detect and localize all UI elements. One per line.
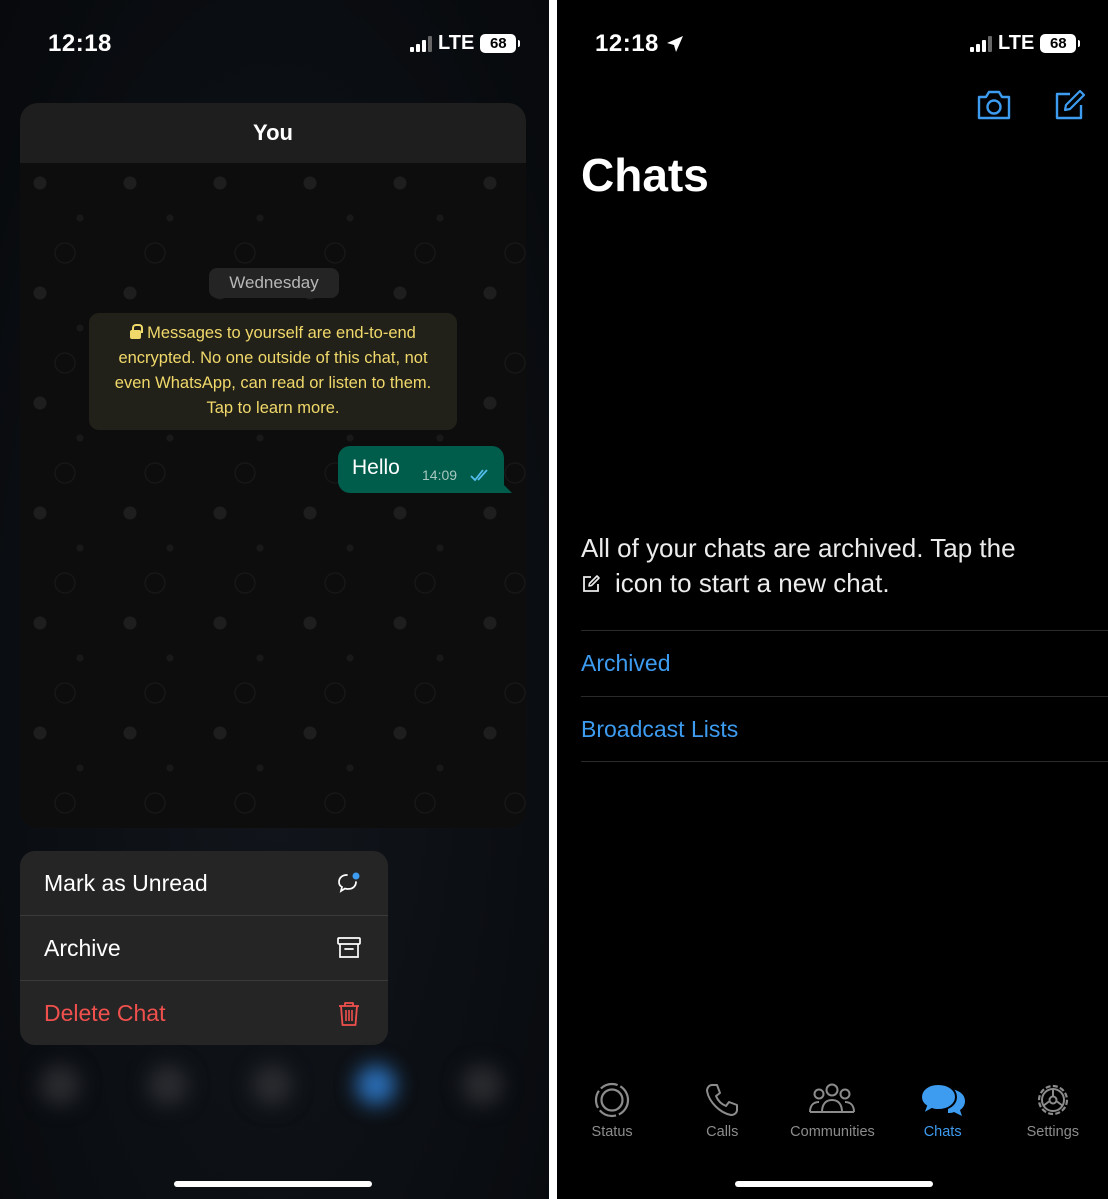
menu-item-label: Mark as Unread (44, 869, 208, 896)
message-bubble[interactable]: Hello 14:09 (338, 446, 512, 493)
compose-inline-icon (583, 575, 600, 592)
page-title: Chats (581, 149, 709, 201)
tab-label: Communities (790, 1124, 875, 1140)
right-screen: 12:18 LTE 68 Chats All of your chats are… (557, 0, 1108, 1199)
chat-preview-card[interactable]: You Wednesday Messages to yourself are e… (20, 103, 526, 828)
status-time-group: 12:18 (595, 30, 685, 58)
context-menu: Mark as Unread Archive Delete Chat (20, 851, 388, 1045)
blurred-tab-bar (0, 1050, 549, 1120)
tab-settings[interactable]: Settings (998, 1080, 1108, 1150)
tab-status[interactable]: Status (557, 1080, 667, 1150)
status-ring-icon (594, 1082, 630, 1118)
mark-unread-menu-item[interactable]: Mark as Unread (20, 851, 388, 916)
empty-state-text-2: icon to start a new chat. (615, 568, 890, 598)
delete-chat-menu-item[interactable]: Delete Chat (20, 981, 388, 1045)
battery-level: 68 (489, 35, 507, 52)
blurred-tab (40, 1065, 80, 1105)
blurred-tab (148, 1065, 188, 1105)
double-check-icon (470, 469, 488, 482)
network-label: LTE (998, 32, 1035, 54)
status-indicators: LTE 68 (970, 32, 1081, 55)
tab-bar: Status Calls Communities Chats Settings (557, 1080, 1108, 1150)
encryption-notice-text: Messages to yourself are end-to-end encr… (114, 324, 432, 417)
broadcast-lists-link[interactable]: Broadcast Lists (581, 696, 1108, 762)
contact-name: You (253, 120, 293, 145)
phone-icon (706, 1084, 739, 1116)
home-indicator[interactable] (174, 1181, 372, 1187)
chat-wallpaper: Wednesday Messages to yourself are end-t… (20, 163, 526, 828)
blurred-tab (356, 1065, 396, 1105)
chat-preview-header: You (20, 103, 526, 163)
message-text: Hello (352, 456, 400, 479)
chat-bubbles-icon (919, 1082, 965, 1117)
status-time: 12:18 (595, 30, 659, 57)
camera-icon[interactable] (975, 88, 1013, 122)
trash-icon (339, 1001, 359, 1026)
signal-icon (970, 35, 992, 52)
communities-icon (809, 1083, 856, 1113)
empty-state-text-1: All of your chats are archived. Tap the (581, 533, 1016, 563)
status-indicators: LTE 68 (410, 32, 521, 55)
encryption-notice[interactable]: Messages to yourself are end-to-end encr… (89, 313, 457, 430)
tab-label: Status (591, 1124, 633, 1140)
archived-link[interactable]: Archived (581, 630, 1108, 696)
tab-label: Settings (1026, 1124, 1080, 1140)
menu-item-label: Archive (44, 934, 121, 961)
menu-item-label: Delete Chat (44, 1000, 166, 1026)
status-time: 12:18 (48, 30, 112, 57)
broadcast-lists-label: Broadcast Lists (581, 715, 739, 742)
network-label: LTE (438, 32, 475, 54)
empty-state-message: All of your chats are archived. Tap the … (581, 531, 1081, 601)
date-label: Wednesday (209, 268, 339, 298)
gear-icon (1037, 1084, 1068, 1116)
tab-label: Chats (923, 1124, 962, 1140)
home-indicator[interactable] (735, 1181, 933, 1187)
archive-menu-item[interactable]: Archive (20, 916, 388, 981)
tab-communities[interactable]: Communities (777, 1080, 887, 1150)
tab-label: Calls (706, 1124, 739, 1140)
archived-label: Archived (581, 650, 671, 676)
blurred-tab (252, 1065, 292, 1105)
left-screen: 12:18 LTE 68 You Wednesday Messages to y… (0, 0, 549, 1199)
location-arrow-icon (666, 36, 683, 52)
battery-icon: 68 (1040, 34, 1081, 53)
tab-chats[interactable]: Chats (888, 1080, 998, 1150)
lock-icon (130, 324, 144, 339)
message-time: 14:09 (422, 467, 458, 483)
signal-icon (410, 35, 432, 52)
compose-icon[interactable] (1052, 88, 1090, 122)
battery-icon: 68 (480, 34, 521, 53)
archive-box-icon (337, 937, 361, 958)
blurred-tab (462, 1065, 502, 1105)
battery-level: 68 (1049, 35, 1067, 52)
tab-calls[interactable]: Calls (667, 1080, 777, 1150)
chat-unread-icon (338, 872, 360, 893)
